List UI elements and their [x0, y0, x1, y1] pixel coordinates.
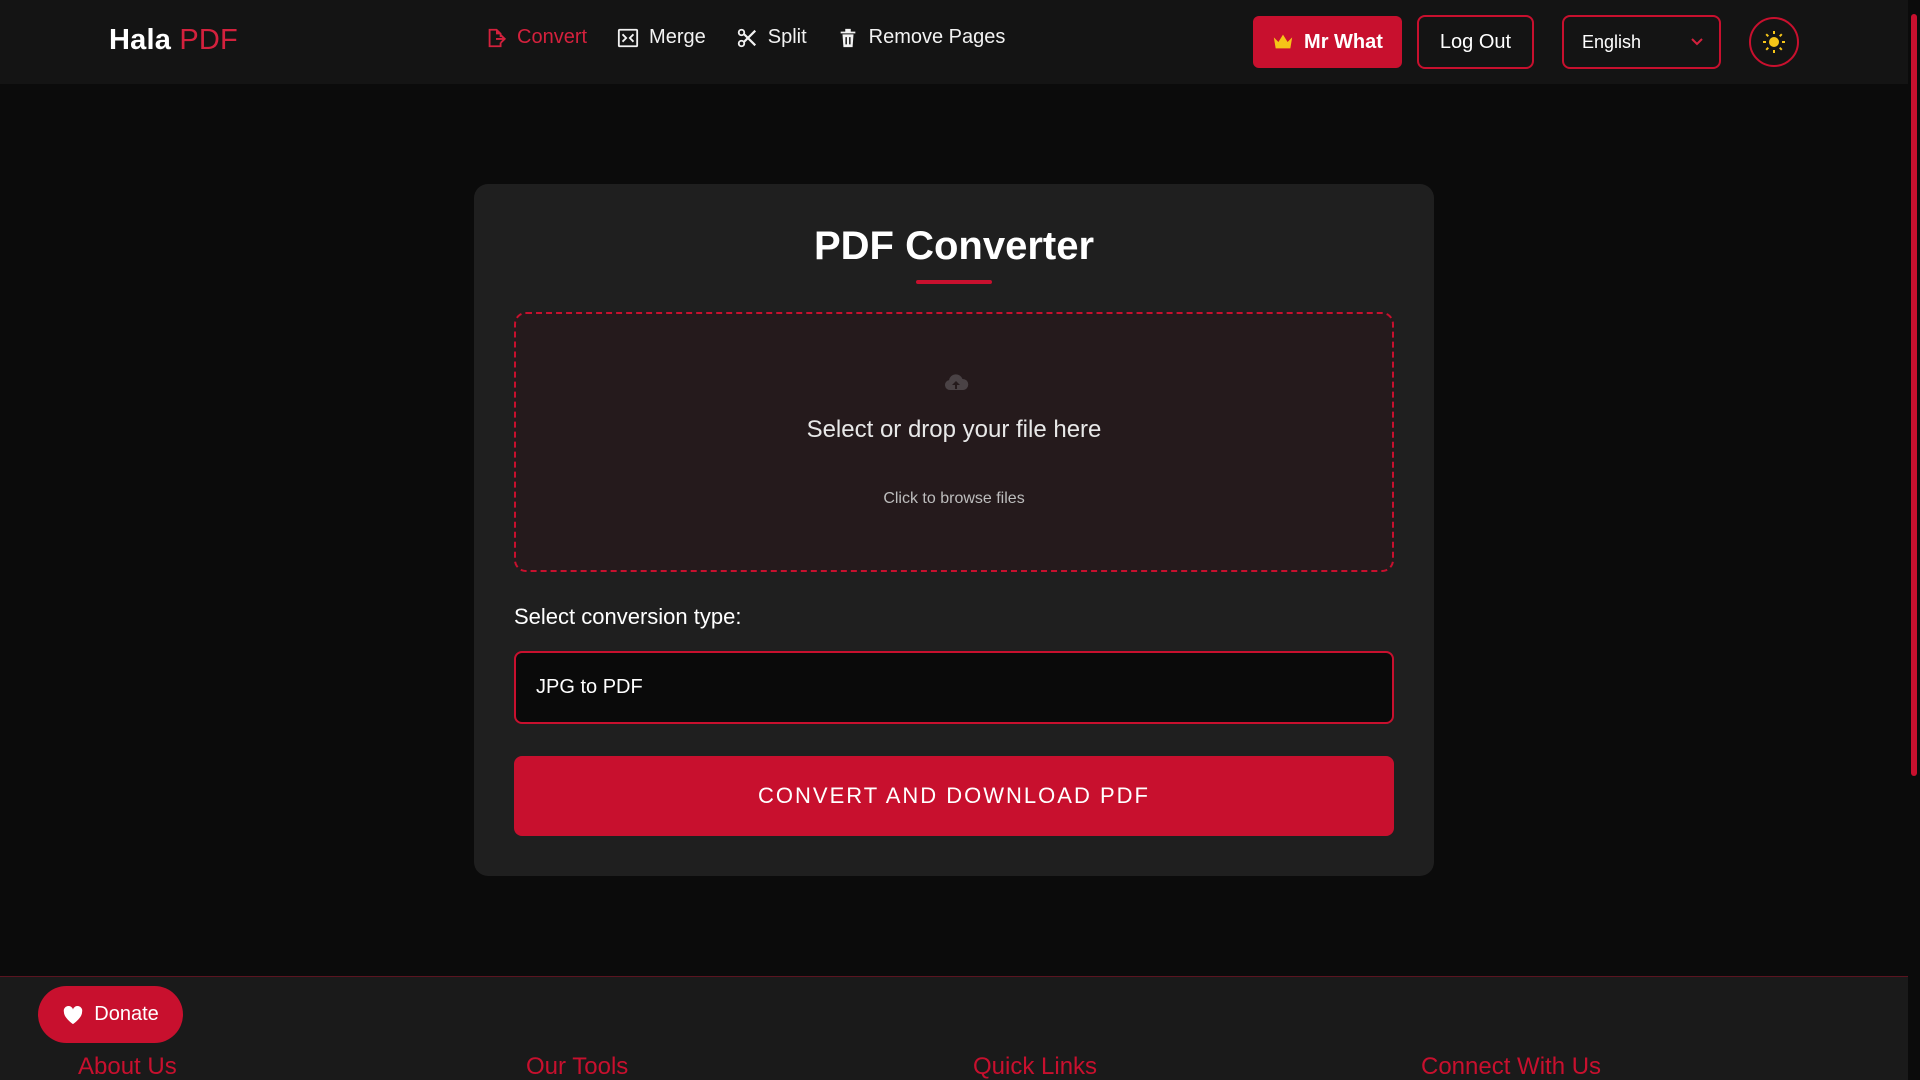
- footer-heading-about: About Us: [78, 1053, 177, 1080]
- file-export-icon: [488, 28, 507, 47]
- main-nav: Convert Merge Split Remove Pages: [485, 26, 1035, 49]
- scrollbar-thumb[interactable]: [1911, 14, 1917, 776]
- logo-main: Hala: [109, 24, 172, 56]
- cloud-upload-icon: [944, 374, 969, 390]
- scissors-icon: [737, 28, 756, 47]
- language-select[interactable]: English: [1562, 15, 1721, 69]
- logo[interactable]: Hala PDF: [109, 24, 238, 57]
- language-value: English: [1582, 31, 1642, 52]
- conversion-type-select[interactable]: JPG to PDF: [514, 651, 1394, 724]
- title-underline: [916, 280, 992, 284]
- converter-card: PDF Converter Select or drop your file h…: [474, 184, 1434, 876]
- conversion-type-value: JPG to PDF: [536, 676, 643, 698]
- sun-icon: [1763, 31, 1785, 53]
- nav-split-label: Split: [767, 26, 807, 48]
- nav-remove-pages-label: Remove Pages: [868, 26, 1006, 48]
- logout-button[interactable]: Log Out: [1417, 15, 1534, 69]
- nav-split[interactable]: Split: [736, 26, 807, 49]
- merge-icon: [617, 28, 639, 47]
- crown-icon: [1273, 34, 1293, 49]
- convert-download-button[interactable]: CONVERT AND DOWNLOAD PDF: [514, 756, 1394, 836]
- nav-remove-pages[interactable]: Remove Pages: [837, 26, 1006, 49]
- nav-convert-label: Convert: [517, 26, 588, 48]
- conversion-type-label: Select conversion type:: [514, 604, 742, 629]
- donate-label: Donate: [94, 1003, 159, 1025]
- footer-heading-links: Quick Links: [973, 1053, 1098, 1080]
- nav-merge[interactable]: Merge: [617, 26, 706, 49]
- footer: About Us Our Tools Quick Links Connect W…: [0, 976, 1908, 1080]
- footer-heading-tools: Our Tools: [526, 1053, 629, 1080]
- logout-label: Log Out: [1439, 30, 1512, 53]
- top-navbar: Hala PDF Convert Merge Split Remove Page…: [0, 0, 1908, 84]
- footer-heading-connect: Connect With Us: [1421, 1053, 1602, 1080]
- theme-toggle-button[interactable]: [1749, 17, 1799, 67]
- dropzone-title: Select or drop your file here: [806, 416, 1102, 443]
- nav-merge-label: Merge: [649, 26, 706, 48]
- user-name: Mr What: [1304, 30, 1383, 53]
- trash-icon: [840, 28, 855, 47]
- nav-convert[interactable]: Convert: [485, 26, 587, 49]
- page-title: PDF Converter: [813, 224, 1095, 268]
- logo-accent: PDF: [179, 24, 238, 56]
- dropzone-subtitle: Click to browse files: [883, 490, 1025, 507]
- page: Hala PDF Convert Merge Split Remove Page…: [0, 0, 1920, 1080]
- donate-button[interactable]: Donate: [38, 986, 183, 1043]
- file-dropzone[interactable]: Select or drop your file here Click to b…: [514, 312, 1394, 572]
- heart-icon: [64, 1005, 83, 1024]
- user-menu-button[interactable]: Mr What: [1253, 16, 1402, 68]
- chevron-down-icon: [1691, 38, 1703, 46]
- convert-button-label: CONVERT AND DOWNLOAD PDF: [758, 783, 1150, 808]
